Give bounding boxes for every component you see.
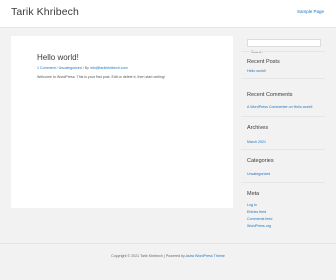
wordpress-org-link[interactable]: WordPress.org (247, 224, 271, 228)
widget-divider (241, 116, 325, 117)
site-footer: Copyright © 2021 Tarik Khribech | Powere… (0, 254, 336, 258)
login-link[interactable]: Log in (247, 203, 257, 207)
meta-title: Meta (247, 191, 260, 197)
recent-posts-title: Recent Posts (247, 59, 280, 65)
search-box[interactable] (247, 39, 321, 55)
widget-divider (241, 149, 325, 150)
post-excerpt: Welcome to WordPress. This is your first… (37, 75, 165, 79)
recent-comments-title: Recent Comments (247, 92, 293, 98)
widget-divider (241, 182, 325, 183)
post-meta: 1 Comment / Uncategorized / By info@tari… (37, 66, 128, 70)
category-link[interactable]: Uncategorized (59, 66, 82, 70)
categories-title: Categories (247, 158, 274, 164)
comments-link[interactable]: 1 Comment (37, 66, 56, 70)
post-card: Hello world! 1 Comment / Uncategorized /… (11, 36, 233, 208)
archive-link[interactable]: March 2021 (247, 140, 266, 144)
footer-theme-link[interactable]: Astra WordPress Theme (186, 254, 225, 258)
widget-divider (241, 51, 325, 52)
post-title-link[interactable]: Hello world! (37, 53, 79, 62)
footer-divider (0, 243, 336, 244)
search-input[interactable] (248, 49, 320, 55)
footer-copyright: Copyright © 2021 Tarik Khribech | Powere… (111, 254, 186, 258)
widget-divider (241, 78, 325, 79)
entries-feed-link[interactable]: Entries feed (247, 210, 266, 214)
site-title-link[interactable]: Tarik Khribech (11, 6, 79, 18)
nav-link-sample-page[interactable]: Sample Page (297, 9, 324, 14)
recent-comment-link[interactable]: A WordPress Commenter on Hello world! (247, 105, 312, 109)
archives-title: Archives (247, 125, 269, 131)
category-list-link[interactable]: Uncategorized (247, 172, 270, 176)
recent-post-link[interactable]: Hello world! (247, 69, 266, 73)
meta-by-label: / By (81, 66, 90, 70)
author-link[interactable]: info@tarikkhribech.com (90, 66, 128, 70)
site-header: Tarik Khribech Sample Page (0, 0, 336, 28)
comments-feed-link[interactable]: Comments feed (247, 217, 272, 221)
